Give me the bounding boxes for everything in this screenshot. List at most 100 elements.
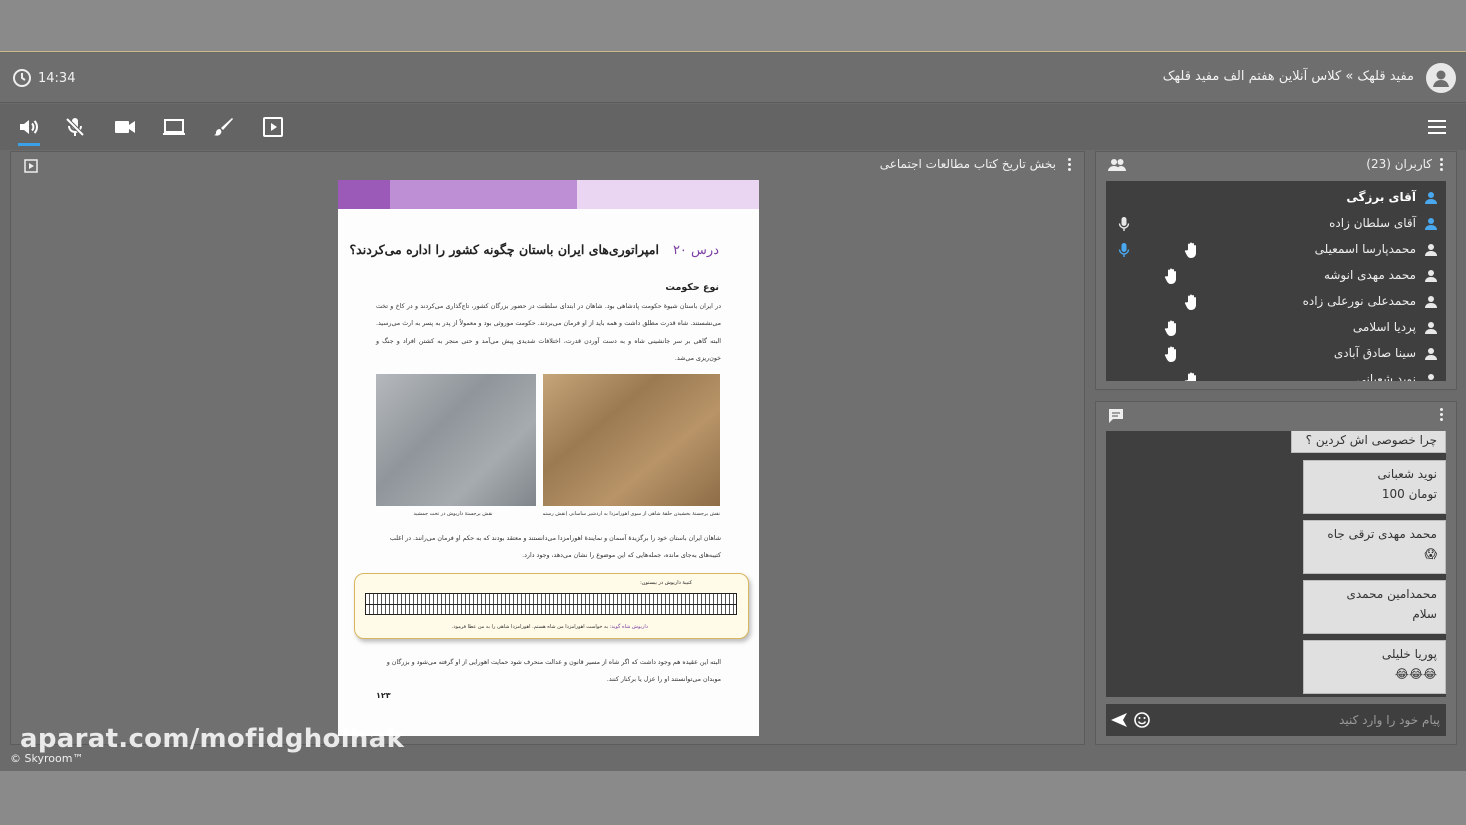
user-row[interactable]: آقای سلطان زاده [1106, 211, 1446, 237]
user-row[interactable]: محمد مهدی انوشه [1106, 263, 1446, 289]
message-body: 😱 [1424, 547, 1437, 561]
cuneiform-strip [365, 593, 737, 615]
mic-icon [1118, 243, 1130, 257]
raised-hand-icon [1184, 294, 1196, 310]
users-title: کاربران (23) [1366, 157, 1432, 171]
inscription-box: کتیبهٔ داریوش در بیستون: داریوش شاه گوید… [354, 573, 749, 639]
message-sender: پوریا خلیلی [1381, 647, 1437, 661]
chat-input-bar [1106, 704, 1446, 736]
presentation-icon [263, 117, 283, 137]
presentation-button[interactable] [260, 114, 286, 140]
user-row[interactable]: آقای برزگی [1106, 185, 1446, 211]
user-name: پردیا اسلامی [1352, 320, 1416, 334]
message-body: تومان 100 [1381, 487, 1437, 501]
header-band [390, 180, 577, 209]
panel-options-icon[interactable] [1068, 158, 1072, 171]
mic-button[interactable] [62, 114, 88, 140]
speaker-button[interactable] [16, 114, 42, 146]
raised-hand-icon [1164, 268, 1176, 284]
chat-message: نوید شعبانی تومان 100 [1303, 460, 1446, 514]
user-avatar[interactable] [1426, 63, 1456, 93]
breadcrumb[interactable]: مفید قلهک » کلاس آنلاین هفتم الف مفید قل… [1163, 69, 1414, 84]
chat-panel: چرا خصوصی اش کردین ؟ نوید شعبانی تومان 100… [1095, 401, 1457, 745]
document-page: درس ۲۰ امپراتوری‌های ایران باستان چگونه … [338, 180, 759, 736]
message-sender: محمد مهدی ترقی جاه [1327, 527, 1437, 541]
naqsh-rustam-relief-image [543, 374, 720, 506]
image-caption: نقش برجستهٔ داریوش در تخت جمشید [413, 511, 493, 517]
chat-icon [1109, 409, 1123, 423]
chat-message: محمد مهدی ترقی جاه 😱 [1303, 520, 1446, 574]
header-band [338, 180, 390, 209]
page-number: ۱۲۳ [376, 691, 391, 700]
send-icon[interactable] [1110, 712, 1128, 728]
lesson-number: درس ۲۰ [672, 243, 719, 258]
screen-share-button[interactable] [161, 114, 187, 140]
user-icon [1433, 70, 1449, 87]
message-body: سلام [1412, 607, 1437, 621]
user-name: نوید شعبانی [1356, 372, 1416, 381]
section-heading: نوع حکومت [665, 282, 719, 293]
panel-title: بخش تاریخ کتاب مطالعات اجتماعی [879, 157, 1056, 171]
top-bar [0, 0, 1466, 52]
user-icon [1425, 296, 1437, 308]
header-bands [338, 180, 759, 209]
raised-hand-icon [1164, 346, 1176, 362]
hamburger-menu-icon [1428, 120, 1446, 134]
toolbar [0, 104, 1466, 150]
message-body: 😂😂😂 [1394, 667, 1437, 681]
chat-message: محمدامین محمدی سلام [1303, 580, 1446, 634]
emoji-icon[interactable] [1133, 711, 1151, 729]
user-name: محمدعلی نورعلی زاده [1302, 294, 1416, 308]
user-name: محمدپارسا اسمعیلی [1314, 242, 1416, 256]
user-name: آقای برزگی [1346, 190, 1416, 204]
message-sender: نوید شعبانی [1377, 467, 1437, 481]
users-group-icon [1108, 159, 1126, 171]
raised-hand-icon [1184, 372, 1196, 381]
user-row[interactable]: سینا صادق آبادی [1106, 341, 1446, 367]
inscription-title: کتیبهٔ داریوش در بیستون: [640, 580, 692, 586]
users-list: آقای برزگی آقای سلطان زاده محمدپارسا اسمعی… [1106, 181, 1446, 381]
lesson-heading: درس ۲۰ امپراتوری‌های ایران باستان چگونه … [350, 242, 719, 258]
header-bar: 14:34 مفید قلهک » کلاس آنلاین هفتم الف م… [0, 53, 1466, 103]
clock-time: 14:34 [38, 70, 76, 86]
user-name: محمد مهدی انوشه [1323, 268, 1416, 282]
user-row[interactable]: محمدعلی نورعلی زاده [1106, 289, 1446, 315]
mic-icon [1118, 217, 1130, 231]
watermark: aparat.com/mofidgholhak [20, 724, 405, 754]
user-row[interactable]: محمدپارسا اسمعیلی [1106, 237, 1446, 263]
menu-button[interactable] [1426, 116, 1448, 142]
chat-message: چرا خصوصی اش کردین ؟ [1291, 431, 1446, 453]
expand-icon[interactable] [23, 158, 39, 174]
paragraph: البته این عقیده هم وجود داشت که اگر شاه … [386, 659, 721, 684]
inscription-text: به خواست اهورامزدا من شاه هستم. اهورامزد… [451, 624, 609, 630]
image-caption: نقش برجستهٔ بخشیدن حلقهٔ شاهی از سوی اهو… [543, 511, 720, 517]
screen-share-icon [163, 119, 185, 135]
user-row[interactable]: پردیا اسلامی [1106, 315, 1446, 341]
raised-hand-icon [1184, 242, 1196, 258]
user-icon [1425, 348, 1437, 360]
lesson-title: امپراتوری‌های ایران باستان چگونه کشور را… [349, 242, 659, 257]
header-band [577, 180, 759, 209]
user-row[interactable]: نوید شعبانی [1106, 367, 1446, 381]
speaker-icon [20, 120, 38, 134]
user-icon [1425, 244, 1437, 256]
message-body: چرا خصوصی اش کردین ؟ [1305, 433, 1437, 447]
bottom-bar [0, 771, 1466, 825]
raised-hand-icon [1164, 320, 1176, 336]
inscription-speaker: داریوش شاه گوید: [609, 624, 648, 630]
chat-messages: چرا خصوصی اش کردین ؟ نوید شعبانی تومان 100… [1106, 431, 1446, 697]
clock: 14:34 [12, 68, 75, 88]
users-options-icon[interactable] [1440, 158, 1444, 171]
camera-button[interactable] [112, 114, 138, 140]
user-icon [1425, 218, 1437, 230]
chat-input[interactable] [1170, 709, 1440, 731]
chat-options-icon[interactable] [1440, 408, 1444, 421]
paragraph: شاهان ایران باستان خود را برگزیدهٔ آسمان… [389, 535, 721, 560]
message-sender: محمدامین محمدی [1346, 587, 1437, 601]
paragraph: در ایران باستان شیوهٔ حکومت پادشاهی بود.… [376, 303, 721, 363]
mic-muted-icon [65, 117, 85, 137]
user-icon [1425, 270, 1437, 282]
clock-icon [13, 69, 31, 87]
whiteboard-button[interactable] [211, 114, 237, 140]
brush-icon [214, 118, 233, 136]
